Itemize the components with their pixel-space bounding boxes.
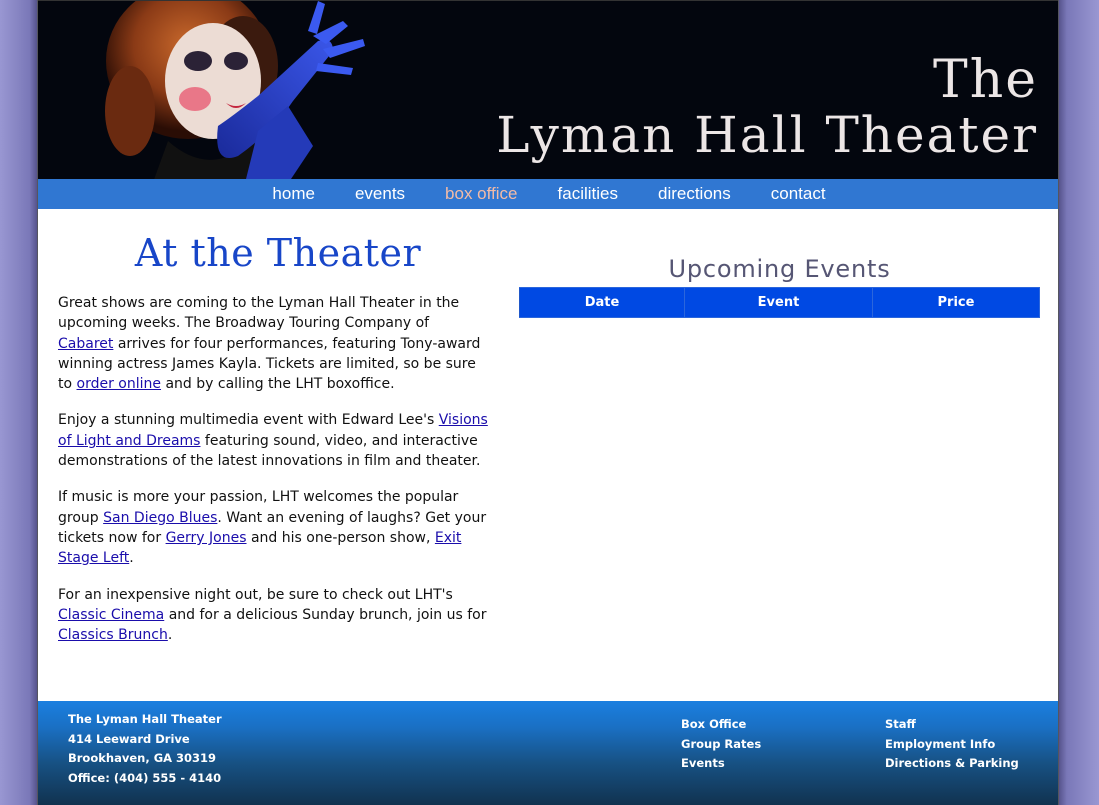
paragraph-text: and by calling the LHT boxoffice. <box>161 376 395 393</box>
site-title: The Lyman Hall Theater <box>496 51 1038 161</box>
footer-address: The Lyman Hall Theater 414 Leeward Drive… <box>68 710 222 788</box>
paragraph-text: and for a delicious Sunday brunch, join … <box>164 606 487 623</box>
nav-box-office[interactable]: box office <box>445 179 517 209</box>
paragraph-text: . <box>129 550 134 567</box>
paragraph-cinema: For an inexpensive night out, be sure to… <box>58 585 488 646</box>
paragraph-visions: Enjoy a stunning multimedia event with E… <box>58 410 488 471</box>
events-heading: Upcoming Events <box>668 255 891 283</box>
page-heading: At the Theater <box>134 231 422 275</box>
events-table-header-row: Date Event Price <box>519 287 1040 318</box>
footer-link-directions-parking[interactable]: Directions & Parking <box>885 754 1019 774</box>
page-background-left <box>0 0 37 805</box>
footer-link-employment-info[interactable]: Employment Info <box>885 735 1019 755</box>
site-title-name: Lyman Hall Theater <box>496 106 1038 164</box>
column-header-price: Price <box>872 287 1040 318</box>
footer-links-column-2: Staff Employment Info Directions & Parki… <box>885 715 1019 774</box>
footer-link-events[interactable]: Events <box>681 754 761 774</box>
link-gerry-jones[interactable]: Gerry Jones <box>166 530 247 546</box>
site-header-banner: The Lyman Hall Theater <box>38 0 1058 179</box>
paragraph-text: and his one-person show, <box>246 529 435 546</box>
upcoming-events-section: Upcoming Events Date Event Price <box>519 209 1040 318</box>
nav-directions[interactable]: directions <box>658 179 731 209</box>
page-container: The Lyman Hall Theater home events box o… <box>37 0 1059 805</box>
link-san-diego-blues[interactable]: San Diego Blues <box>103 510 217 526</box>
footer-links-column-1: Box Office Group Rates Events <box>681 715 761 774</box>
link-order-online[interactable]: order online <box>77 376 162 392</box>
nav-contact[interactable]: contact <box>771 179 826 209</box>
link-cabaret[interactable]: Cabaret <box>58 336 113 352</box>
footer-address-line: Brookhaven, GA 30319 <box>68 751 217 765</box>
nav-events[interactable]: events <box>355 179 405 209</box>
paragraph-cabaret: Great shows are coming to the Lyman Hall… <box>58 293 488 394</box>
column-header-event: Event <box>684 287 873 318</box>
link-classics-brunch[interactable]: Classics Brunch <box>58 627 168 643</box>
nav-home[interactable]: home <box>272 179 315 209</box>
paragraph-text: For an inexpensive night out, be sure to… <box>58 586 453 603</box>
paragraph-text: Great shows are coming to the Lyman Hall… <box>58 295 460 332</box>
footer-link-group-rates[interactable]: Group Rates <box>681 735 761 755</box>
footer-link-box-office[interactable]: Box Office <box>681 715 761 735</box>
paragraph-text: . <box>167 627 173 644</box>
link-classic-cinema[interactable]: Classic Cinema <box>58 607 164 623</box>
paragraph-text: Enjoy a stunning multimedia event with E… <box>58 412 439 429</box>
column-header-date: Date <box>519 287 685 318</box>
footer-address-line: The Lyman Hall Theater <box>68 712 222 726</box>
footer-link-staff[interactable]: Staff <box>885 715 1019 735</box>
footer-phone: Office: (404) 555 - 4140 <box>68 770 222 785</box>
site-title-the: The <box>933 50 1038 110</box>
main-navigation: home events box office facilities direct… <box>38 179 1058 209</box>
header-portrait-image <box>105 1 365 179</box>
theater-news-section: At the Theater Great shows are coming to… <box>58 209 498 661</box>
paragraph-music: If music is more your passion, LHT welco… <box>58 487 488 568</box>
footer-address-line: 414 Leeward Drive <box>68 731 190 746</box>
site-footer: The Lyman Hall Theater 414 Leeward Drive… <box>38 701 1058 805</box>
page-background-right <box>1059 0 1099 805</box>
events-table: Date Event Price <box>519 287 1040 318</box>
nav-facilities[interactable]: facilities <box>558 179 618 209</box>
